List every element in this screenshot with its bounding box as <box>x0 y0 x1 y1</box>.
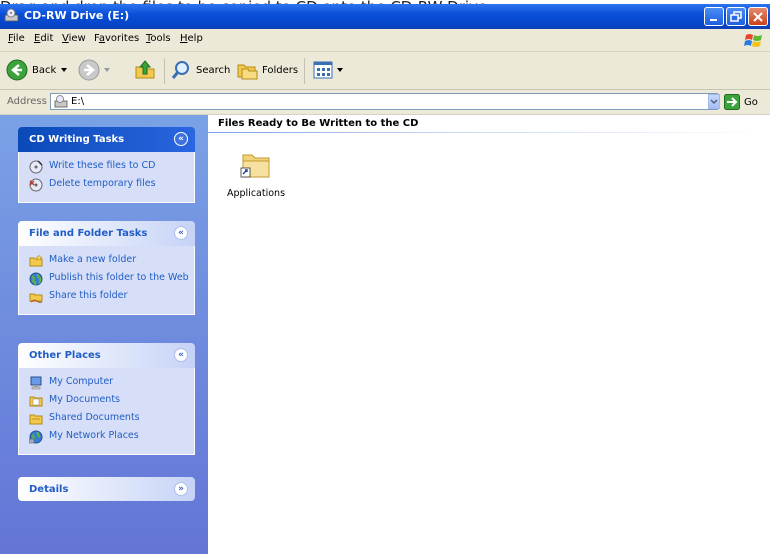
go-arrow-icon <box>724 94 740 110</box>
menu-tools[interactable]: Tools <box>146 33 171 44</box>
views-icon <box>313 61 333 79</box>
back-arrow-icon <box>6 59 28 81</box>
file-and-folder-tasks-body: Make a new folder Publish this folder to… <box>18 246 195 315</box>
delete-temporary-files-task[interactable]: Delete temporary files <box>19 176 194 194</box>
header-divider <box>208 132 770 133</box>
menu-bar: File Edit View Favorites Tools Help <box>0 29 770 52</box>
search-icon <box>171 61 189 79</box>
address-bar: Address E:\ Go <box>0 90 770 115</box>
other-places-panel: Other Places « My Computer My Documents … <box>18 343 195 455</box>
windows-logo-icon <box>744 34 762 47</box>
documents-folder-icon <box>29 396 43 407</box>
delete-cd-icon <box>29 178 43 192</box>
new-folder-icon <box>29 254 43 267</box>
back-button[interactable]: Back <box>6 58 68 82</box>
folders-icon <box>237 64 258 80</box>
computer-icon <box>30 376 42 390</box>
up-folder-button[interactable] <box>134 58 156 82</box>
share-folder-task[interactable]: Share this folder <box>19 288 194 306</box>
details-panel: Details » <box>18 477 195 501</box>
views-button[interactable] <box>312 58 344 82</box>
up-folder-icon <box>135 60 155 79</box>
window-title: CD-RW Drive (E:) <box>24 9 130 22</box>
other-places-body: My Computer My Documents Shared Document… <box>18 368 195 455</box>
cd-writing-tasks-body: Write these files to CD Delete temporary… <box>18 152 195 203</box>
chevron-down-icon <box>710 99 718 105</box>
shared-folder-icon <box>29 414 43 425</box>
forward-dropdown-icon[interactable] <box>103 66 111 74</box>
cd-drive-icon <box>4 8 19 22</box>
go-button[interactable]: Go <box>724 93 758 111</box>
my-documents-link[interactable]: My Documents <box>19 392 194 410</box>
minimize-button[interactable] <box>704 7 724 26</box>
folder-icon <box>240 154 270 178</box>
forward-button[interactable] <box>78 58 111 82</box>
menu-favorites[interactable]: Favorites <box>94 33 139 44</box>
file-list-pane[interactable]: Files Ready to Be Written to the CD Appl… <box>208 115 770 554</box>
address-value: E:\ <box>71 96 85 107</box>
globe-icon <box>29 272 43 286</box>
publish-folder-to-web-task[interactable]: Publish this folder to the Web <box>19 270 194 288</box>
restore-button[interactable] <box>726 7 746 26</box>
toolbar: Back Search Folders <box>0 52 770 90</box>
make-new-folder-task[interactable]: Make a new folder <box>19 252 194 270</box>
folders-button[interactable]: Folders <box>236 58 298 82</box>
files-ready-header: Files Ready to Be Written to the CD <box>218 118 419 129</box>
toolbar-separator <box>304 58 305 84</box>
cd-write-icon <box>29 160 43 174</box>
forward-arrow-icon <box>78 59 100 81</box>
back-dropdown-icon[interactable] <box>60 66 68 74</box>
address-label: Address <box>7 96 47 107</box>
restore-icon <box>730 11 742 22</box>
minimize-icon <box>710 19 717 21</box>
title-bar[interactable]: CD-RW Drive (E:) <box>0 4 770 29</box>
task-pane: CD Writing Tasks « Write these files to … <box>0 115 208 554</box>
details-header[interactable]: Details » <box>18 477 195 501</box>
file-item-applications[interactable]: Applications <box>224 149 288 199</box>
explorer-window: CD-RW Drive (E:) File Edit View Favorite… <box>0 0 770 554</box>
cd-drive-icon <box>54 95 68 108</box>
expand-chevron-icon[interactable]: » <box>174 482 188 496</box>
file-name: Applications <box>226 188 286 199</box>
file-and-folder-tasks-panel: File and Folder Tasks « Make a new folde… <box>18 221 195 315</box>
shared-documents-link[interactable]: Shared Documents <box>19 410 194 428</box>
address-input[interactable]: E:\ <box>50 93 718 110</box>
file-and-folder-tasks-header[interactable]: File and Folder Tasks « <box>18 221 195 246</box>
views-dropdown-icon[interactable] <box>336 66 344 74</box>
network-globe-icon <box>29 430 43 444</box>
write-files-to-cd-task[interactable]: Write these files to CD <box>19 158 194 176</box>
cd-writing-tasks-header[interactable]: CD Writing Tasks « <box>18 127 195 152</box>
collapse-chevron-icon[interactable]: « <box>174 348 188 362</box>
menu-file[interactable]: File <box>8 33 25 44</box>
search-button[interactable]: Search <box>170 58 230 82</box>
menu-edit[interactable]: Edit <box>34 33 53 44</box>
cd-writing-tasks-panel: CD Writing Tasks « Write these files to … <box>18 127 195 203</box>
share-folder-icon <box>29 293 43 303</box>
collapse-chevron-icon[interactable]: « <box>174 132 188 146</box>
my-network-places-link[interactable]: My Network Places <box>19 428 194 446</box>
address-dropdown-button[interactable] <box>708 94 720 109</box>
menu-help[interactable]: Help <box>180 33 203 44</box>
my-computer-link[interactable]: My Computer <box>19 374 194 392</box>
close-icon <box>753 12 763 22</box>
collapse-chevron-icon[interactable]: « <box>174 226 188 240</box>
close-button[interactable] <box>748 7 768 26</box>
toolbar-separator <box>164 58 165 84</box>
other-places-header[interactable]: Other Places « <box>18 343 195 368</box>
menu-view[interactable]: View <box>62 33 86 44</box>
